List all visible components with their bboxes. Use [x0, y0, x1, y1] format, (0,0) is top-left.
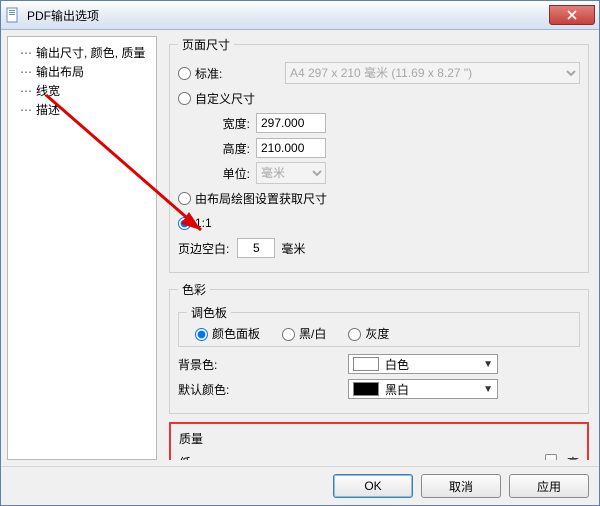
slider-thumb[interactable] — [545, 454, 557, 460]
pdf-export-options-window: PDF输出选项 ⋯输出尺寸, 颜色, 质量 ⋯输出布局 ⋯线宽 ⋯描述 页面尺寸… — [0, 0, 600, 506]
radio-gray[interactable] — [348, 328, 361, 341]
quality-legend: 质量 — [179, 430, 579, 447]
ok-button[interactable]: OK — [333, 474, 413, 498]
radio-color-panel-wrap[interactable]: 颜色面板 — [195, 325, 260, 342]
palette-legend: 调色板 — [187, 304, 231, 321]
content-area: ⋯输出尺寸, 颜色, 质量 ⋯输出布局 ⋯线宽 ⋯描述 页面尺寸 标准: A4 … — [1, 30, 599, 466]
quality-low-label: 低 — [179, 454, 191, 461]
default-color-label: 默认颜色: — [178, 381, 348, 398]
window-title: PDF输出选项 — [27, 7, 549, 24]
default-value: 黑白 — [385, 381, 409, 398]
radio-bw-wrap[interactable]: 黑/白 — [282, 325, 326, 342]
color-group: 色彩 调色板 颜色面板 黑/白 灰度 背景色: 白色 ▼ — [169, 281, 589, 414]
bg-value: 白色 — [385, 356, 409, 373]
standard-size-select[interactable]: A4 297 x 210 毫米 (11.69 x 8.27 ") — [285, 62, 580, 84]
apply-button[interactable]: 应用 — [509, 474, 589, 498]
nav-item-output-layout[interactable]: ⋯输出布局 — [12, 62, 152, 81]
quality-slider[interactable] — [199, 453, 559, 460]
height-input[interactable] — [256, 138, 326, 158]
main-panel: 页面尺寸 标准: A4 297 x 210 毫米 (11.69 x 8.27 "… — [165, 36, 593, 460]
page-size-group: 页面尺寸 标准: A4 297 x 210 毫米 (11.69 x 8.27 "… — [169, 36, 589, 273]
default-color-select[interactable]: 黑白 ▼ — [348, 379, 498, 399]
color-legend: 色彩 — [178, 281, 210, 298]
palette-group: 调色板 颜色面板 黑/白 灰度 — [178, 304, 580, 347]
standard-label: 标准: — [195, 65, 285, 82]
default-swatch — [353, 382, 379, 396]
bg-swatch — [353, 357, 379, 371]
margin-input[interactable] — [237, 238, 275, 258]
radio-standard[interactable] — [178, 67, 191, 80]
page-size-legend: 页面尺寸 — [178, 36, 234, 53]
bg-color-select[interactable]: 白色 ▼ — [348, 354, 498, 374]
quality-group-highlight: 质量 低 高 — [169, 422, 589, 460]
annotation-arrow — [41, 90, 221, 250]
chevron-down-icon: ▼ — [483, 359, 493, 370]
close-icon — [567, 10, 577, 20]
bg-label: 背景色: — [178, 356, 348, 373]
chevron-down-icon: ▼ — [483, 384, 493, 395]
app-icon — [5, 7, 21, 23]
radio-color-panel[interactable] — [195, 328, 208, 341]
unit-select[interactable]: 毫米 — [256, 162, 326, 184]
margin-unit: 毫米 — [281, 240, 305, 257]
width-input[interactable] — [256, 113, 326, 133]
radio-gray-wrap[interactable]: 灰度 — [348, 325, 389, 342]
titlebar: PDF输出选项 — [1, 1, 599, 30]
dialog-footer: OK 取消 应用 — [1, 466, 599, 505]
cancel-button[interactable]: 取消 — [421, 474, 501, 498]
nav-item-output-size[interactable]: ⋯输出尺寸, 颜色, 质量 — [12, 43, 152, 62]
radio-bw[interactable] — [282, 328, 295, 341]
close-button[interactable] — [549, 5, 595, 25]
quality-high-label: 高 — [567, 454, 579, 461]
